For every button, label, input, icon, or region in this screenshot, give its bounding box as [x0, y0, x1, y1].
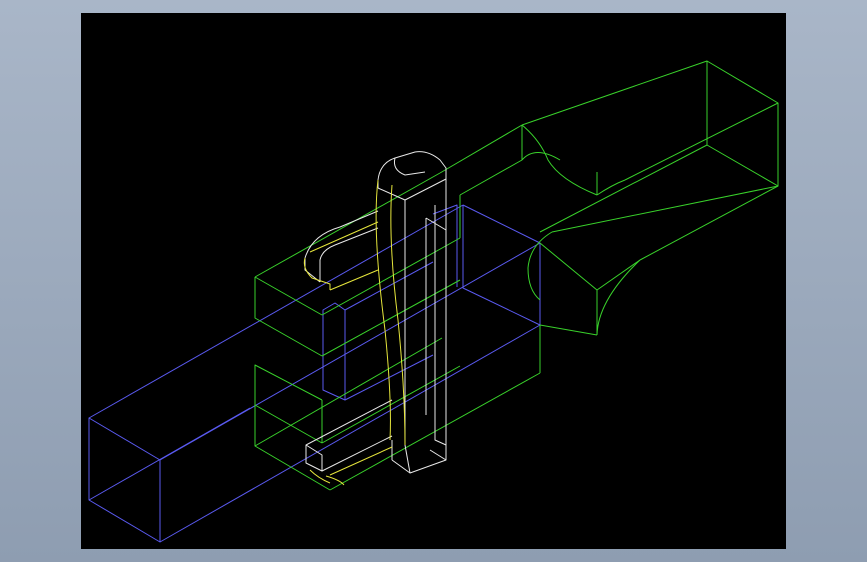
wireframe-model[interactable]: [81, 13, 786, 549]
inner-bar-wireframe: [88, 204, 541, 543]
cad-viewport[interactable]: [81, 13, 786, 549]
outer-body-wireframe: [254, 60, 779, 491]
clip-edge-wireframe: [303, 179, 406, 486]
